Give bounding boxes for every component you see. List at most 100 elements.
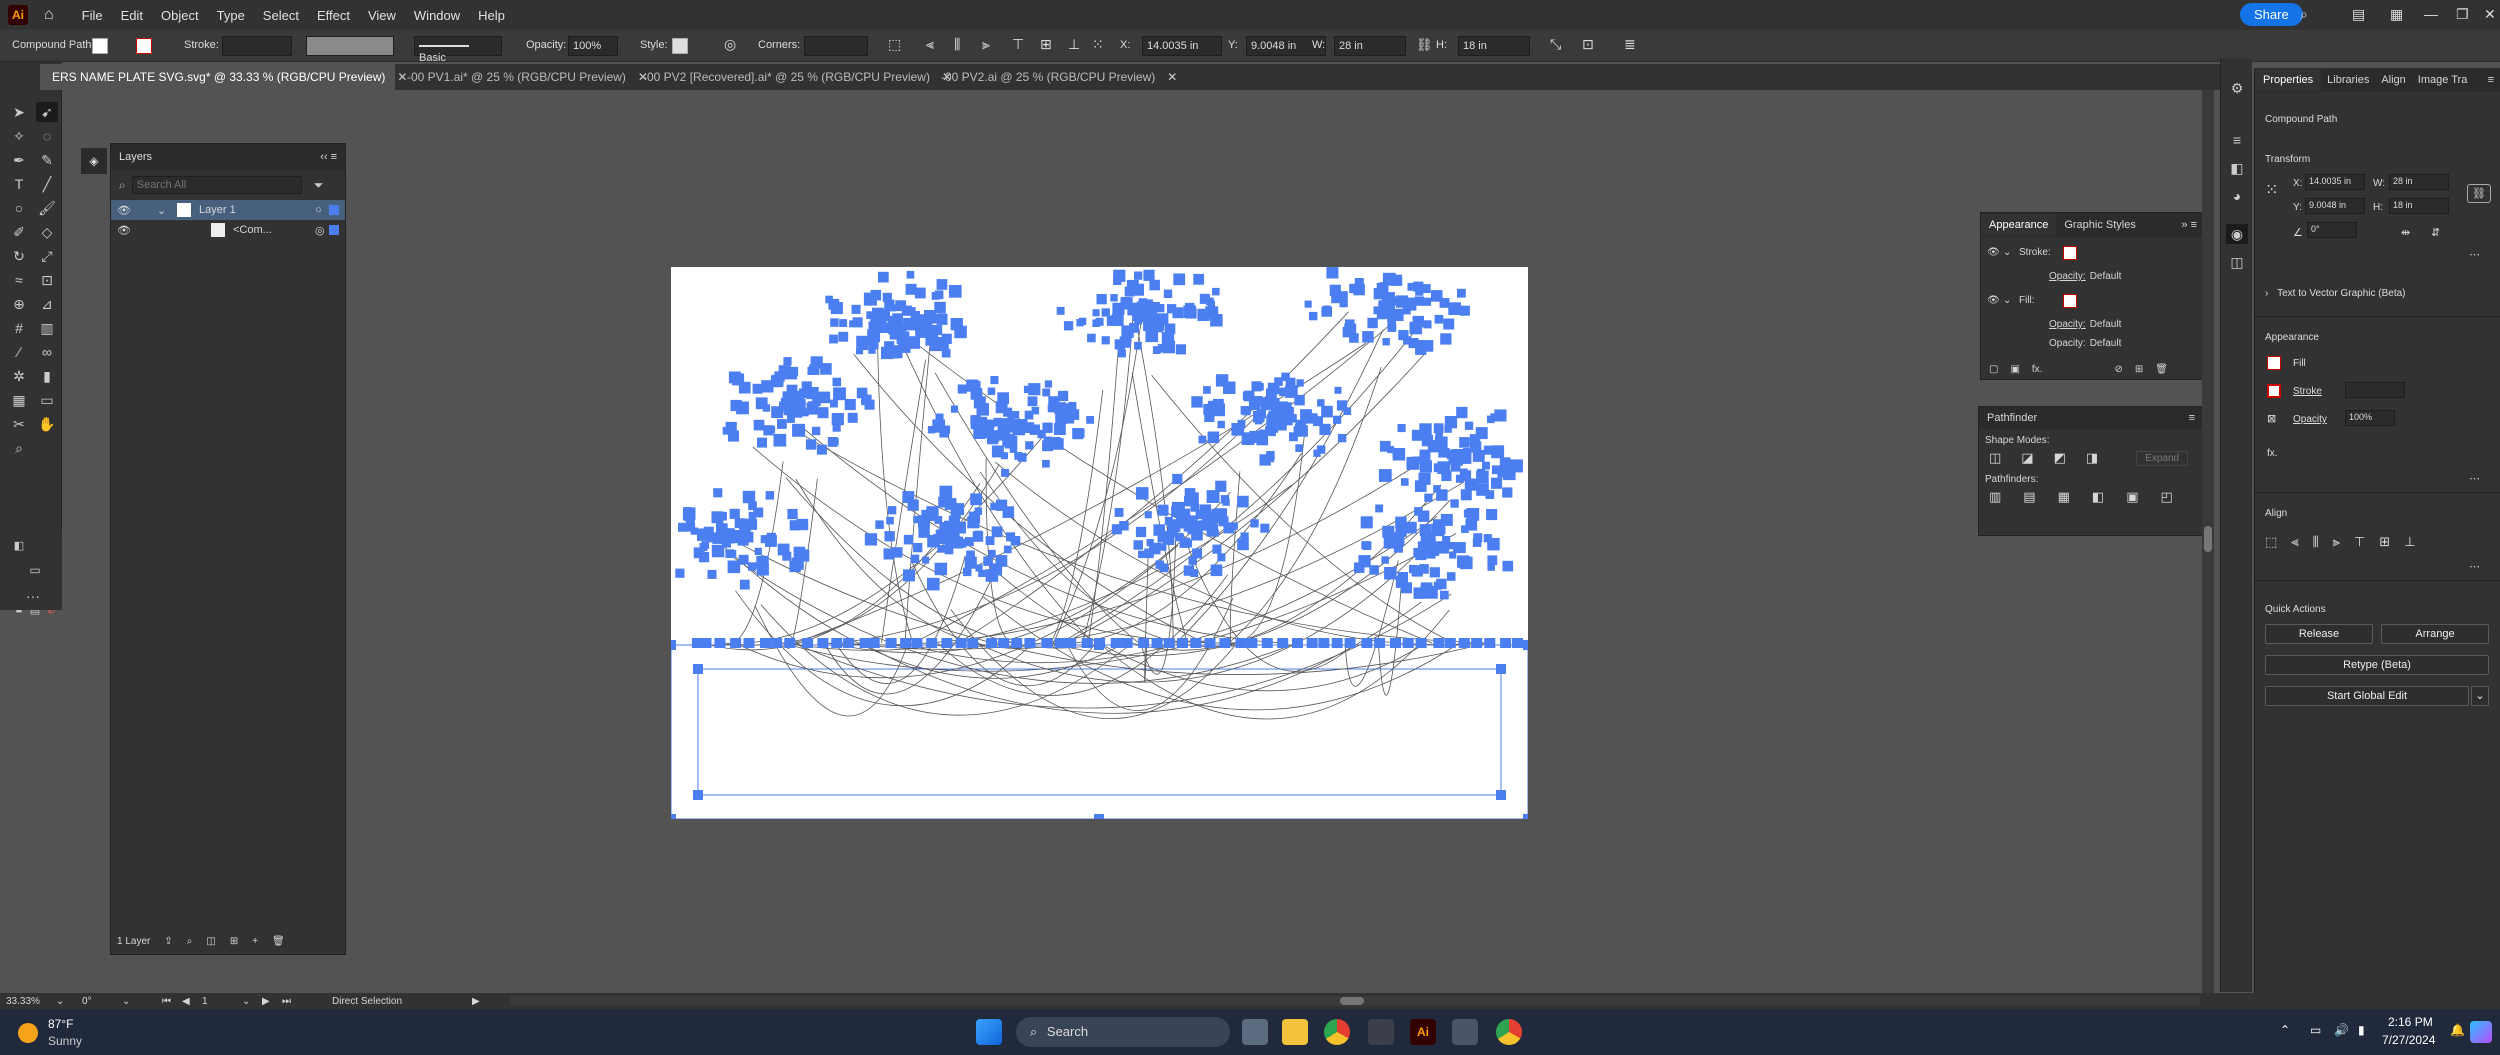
anchor-point[interactable]	[1197, 308, 1210, 321]
visibility-icon[interactable]: 👁	[117, 204, 137, 217]
anchor-point[interactable]	[984, 419, 994, 430]
anchor-point[interactable]	[1002, 430, 1010, 438]
shape-builder-icon[interactable]: ⊕	[8, 294, 30, 314]
anchor-point[interactable]	[997, 392, 1009, 404]
anchor-point[interactable]	[955, 638, 967, 648]
brush-field[interactable]: Basic	[414, 36, 502, 64]
anchor-point[interactable]	[1163, 289, 1173, 298]
anchor-point[interactable]	[1092, 309, 1100, 317]
anchor-point[interactable]	[1185, 302, 1195, 313]
merge-icon[interactable]: ▦	[2058, 489, 2070, 505]
network-icon[interactable]: ▭	[2310, 1023, 2321, 1037]
anchor-point[interactable]	[1390, 274, 1403, 286]
anchor-point[interactable]	[1415, 287, 1424, 296]
anchor-point[interactable]	[1277, 638, 1289, 648]
anchor-point[interactable]	[1392, 448, 1406, 461]
align-bottom-icon[interactable]: ⊥	[2404, 534, 2415, 550]
anchor-point[interactable]	[777, 371, 785, 379]
flower-stem[interactable]	[1060, 333, 1413, 644]
anchor-point[interactable]	[1395, 516, 1407, 529]
exclude-icon[interactable]: ◨	[2086, 450, 2098, 466]
anchor-point[interactable]	[806, 387, 819, 400]
anchor-point[interactable]	[1068, 401, 1077, 410]
anchor-point[interactable]	[1424, 493, 1433, 502]
anchor-point[interactable]	[1024, 410, 1034, 420]
anchor-point[interactable]	[1251, 381, 1262, 392]
weather-temp[interactable]: 87°F	[48, 1017, 73, 1031]
anchor-point[interactable]	[783, 357, 792, 366]
anchor-point[interactable]	[1336, 400, 1348, 411]
anchor-point[interactable]	[878, 309, 890, 322]
trim-icon[interactable]: ▤	[2023, 489, 2035, 505]
anchor-point[interactable]	[1042, 388, 1051, 397]
anchor-point[interactable]	[1321, 405, 1333, 418]
h-field[interactable]: 18 in	[2389, 198, 2449, 214]
anchor-point[interactable]	[789, 560, 801, 573]
y-field[interactable]: 9.0048 in	[2305, 198, 2365, 214]
duplicate-item-icon[interactable]: ⊞	[2135, 364, 2143, 375]
bar-graph-icon[interactable]: ▦	[8, 390, 30, 410]
anchor-point[interactable]	[1321, 306, 1332, 317]
anchor-point[interactable]	[1433, 423, 1444, 434]
scroll-thumb[interactable]	[1340, 997, 1364, 1005]
anchor-point[interactable]	[1395, 295, 1409, 308]
anchor-point[interactable]	[970, 415, 981, 426]
fx-icon[interactable]: fx.	[2267, 448, 2278, 459]
anchor-point[interactable]	[921, 509, 930, 519]
pathfinder-dock-icon[interactable]: ◫	[2226, 252, 2248, 272]
more-tools-icon[interactable]: ···	[22, 586, 44, 606]
anchor-point[interactable]	[1163, 534, 1175, 545]
anchor-point[interactable]	[1206, 525, 1219, 537]
anchor-point[interactable]	[1003, 545, 1012, 554]
zoom-level[interactable]: 33.33%	[6, 996, 56, 1007]
anchor-point[interactable]	[1001, 468, 1010, 477]
anchor-point[interactable]	[693, 790, 703, 800]
minus-back-icon[interactable]: ◰	[2160, 489, 2172, 505]
anchor-point[interactable]	[1153, 315, 1161, 323]
anchor-point[interactable]	[1444, 416, 1458, 429]
anchor-point[interactable]	[1490, 477, 1503, 489]
anchor-point[interactable]	[1186, 492, 1199, 505]
anchor-point[interactable]	[1471, 638, 1483, 648]
transparency-dock-icon[interactable]: ◧	[2226, 158, 2248, 178]
anchor-point[interactable]	[987, 387, 996, 396]
anchor-point[interactable]	[939, 485, 953, 499]
align-center-icon[interactable]: ⫼	[954, 36, 960, 53]
anchor-point[interactable]	[974, 507, 983, 515]
blend-tool-icon[interactable]: ∞	[36, 342, 58, 362]
anchor-point[interactable]	[1473, 533, 1483, 543]
anchor-point[interactable]	[1491, 465, 1501, 475]
constrain-proportions-icon[interactable]: ⛓	[1416, 37, 1433, 53]
artboard-tool-icon[interactable]: ▭	[36, 390, 58, 410]
warp-tool-icon[interactable]: ≈	[8, 270, 30, 290]
w-field[interactable]: 28 in	[1334, 36, 1406, 56]
anchor-point[interactable]	[971, 380, 981, 390]
anchor-point[interactable]	[1378, 469, 1392, 482]
anchor-point[interactable]	[1054, 638, 1066, 648]
anchor-point[interactable]	[1326, 266, 1339, 279]
anchor-point[interactable]	[990, 563, 1003, 576]
anchor-point[interactable]	[1177, 638, 1188, 648]
align-right-icon[interactable]: ⫸	[982, 36, 990, 53]
tab-graphic-styles[interactable]: Graphic Styles	[2056, 214, 2144, 236]
fill-none-swatch[interactable]	[2063, 294, 2077, 308]
anchor-point[interactable]	[1144, 511, 1152, 519]
add-stroke-icon[interactable]: ▢	[1989, 364, 1998, 375]
anchor-point[interactable]	[866, 311, 874, 319]
menu-object[interactable]: Object	[161, 8, 199, 23]
corners-field[interactable]	[804, 36, 868, 56]
anchor-point[interactable]	[1135, 526, 1147, 538]
anchor-point[interactable]	[1161, 332, 1175, 345]
anchor-point[interactable]	[988, 549, 996, 558]
ellipse-tool-icon[interactable]: ○	[8, 198, 30, 218]
retype-button[interactable]: Retype (Beta)	[2265, 655, 2489, 675]
anchor-point[interactable]	[998, 638, 1010, 648]
anchor-point[interactable]	[906, 270, 915, 279]
anchor-point[interactable]	[891, 318, 901, 328]
anchor-point[interactable]	[934, 301, 946, 314]
anchor-point[interactable]	[838, 331, 849, 342]
pen-tool-icon[interactable]: ✒	[8, 150, 30, 170]
anchor-point[interactable]	[1384, 567, 1397, 580]
anchor-point[interactable]	[1004, 509, 1013, 518]
anchor-point[interactable]	[1260, 523, 1270, 533]
